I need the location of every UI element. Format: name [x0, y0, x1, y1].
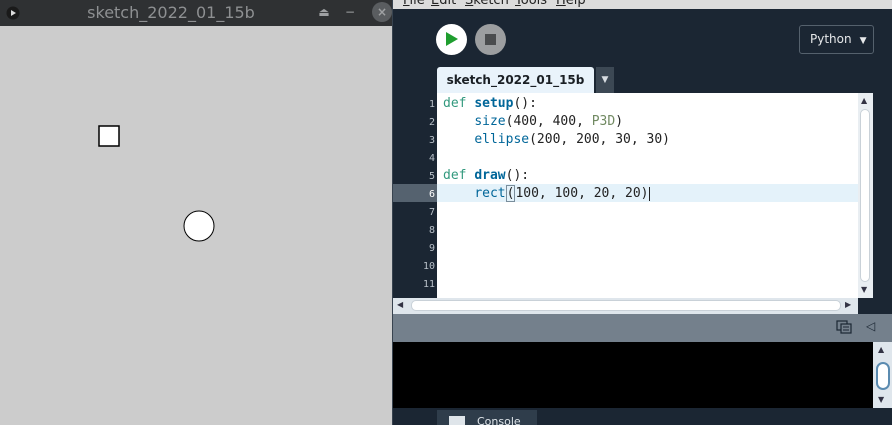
footer-tab-bar: Console [393, 408, 892, 425]
ide-window: File Edit Sketch Tools Help Python ▼ sket… [392, 0, 892, 425]
scroll-up-arrow-icon[interactable]: ▲ [861, 96, 867, 105]
menu-help[interactable]: Help [556, 0, 586, 8]
play-icon [446, 32, 458, 46]
mode-label: Python [810, 32, 852, 46]
line-number: 1 [428, 99, 435, 110]
line-number: 8 [428, 225, 435, 236]
tab-menu-button[interactable]: ▼ [596, 67, 614, 93]
console-tab-label: Console [477, 415, 521, 425]
code-line-5: def draw(): [443, 168, 530, 183]
eject-icon[interactable]: ⏏ [314, 2, 334, 22]
sketch-ellipse-shape [183, 210, 215, 242]
scroll-up-arrow-icon[interactable]: ▲ [878, 345, 884, 354]
line-number: 7 [428, 207, 435, 218]
sketch-canvas[interactable] [0, 26, 392, 425]
tab-sketch[interactable]: sketch_2022_01_15b [437, 67, 594, 93]
sketch-window-title: sketch_2022_01_15b [87, 3, 255, 22]
sketch-titlebar: sketch_2022_01_15b ⏏ − × [0, 0, 392, 26]
line-number: 3 [428, 135, 435, 146]
scroll-thumb[interactable] [411, 300, 841, 311]
code-editor[interactable]: 1 2 3 4 5 6 7 8 9 10 11 def setup(): size(400, 400… [393, 93, 873, 298]
scroll-thumb[interactable] [876, 362, 890, 390]
toolbar: Python ▼ [393, 9, 892, 67]
line-number-gutter: 1 2 3 4 5 6 7 8 9 10 11 [393, 93, 437, 298]
bracket-match: ( [505, 185, 516, 202]
line-number: 11 [422, 279, 435, 290]
copy-icon[interactable] [836, 320, 852, 334]
line-number: 6 [428, 189, 435, 200]
tab-console[interactable]: Console [437, 410, 537, 425]
menu-sketch[interactable]: Sketch [465, 0, 509, 8]
tab-bar: sketch_2022_01_15b ▼ [393, 67, 892, 93]
editor-horizontal-scrollbar[interactable]: ◀ ▶ [393, 298, 858, 314]
line-number: 10 [422, 261, 435, 272]
menu-bar: File Edit Sketch Tools Help [393, 0, 892, 9]
console-icon [449, 416, 465, 425]
code-line-2: size(400, 400, P3D) [474, 114, 624, 129]
scroll-down-arrow-icon[interactable]: ▼ [878, 395, 884, 404]
line-number: 9 [428, 243, 435, 254]
dropdown-arrow-icon: ▼ [859, 36, 867, 46]
mode-selector[interactable]: Python ▼ [799, 25, 874, 54]
line-number: 5 [428, 171, 435, 182]
scroll-right-arrow-icon[interactable]: ▶ [845, 300, 851, 309]
line-number: 2 [428, 117, 435, 128]
close-icon[interactable]: × [372, 2, 392, 22]
menu-edit[interactable]: Edit [431, 0, 456, 8]
console-scrollbar[interactable]: ▲ ▼ [873, 342, 892, 408]
console-header: ◁ [393, 314, 892, 342]
sketch-rect-shape [98, 125, 120, 147]
console-output[interactable] [393, 342, 873, 408]
scroll-left-arrow-icon[interactable]: ◀ [397, 300, 403, 309]
run-button[interactable] [436, 24, 467, 55]
editor-vertical-scrollbar[interactable]: ▲ ▼ [858, 93, 873, 298]
sketch-window: sketch_2022_01_15b ⏏ − × [0, 0, 392, 425]
code-line-3: ellipse(200, 200, 30, 30) [474, 132, 670, 147]
stop-button[interactable] [475, 24, 506, 55]
collapse-icon[interactable]: ◁ [866, 319, 875, 333]
code-line-6: rect(100, 100, 20, 20) [474, 185, 650, 202]
scroll-thumb[interactable] [860, 109, 870, 282]
code-line-1: def setup(): [443, 96, 537, 111]
menu-tools[interactable]: Tools [515, 0, 547, 8]
scroll-down-arrow-icon[interactable]: ▼ [861, 285, 867, 294]
text-cursor [648, 186, 650, 201]
line-number: 4 [428, 153, 435, 164]
minimize-icon[interactable]: − [340, 2, 360, 22]
menu-file[interactable]: File [403, 0, 425, 8]
stop-icon [485, 34, 496, 45]
